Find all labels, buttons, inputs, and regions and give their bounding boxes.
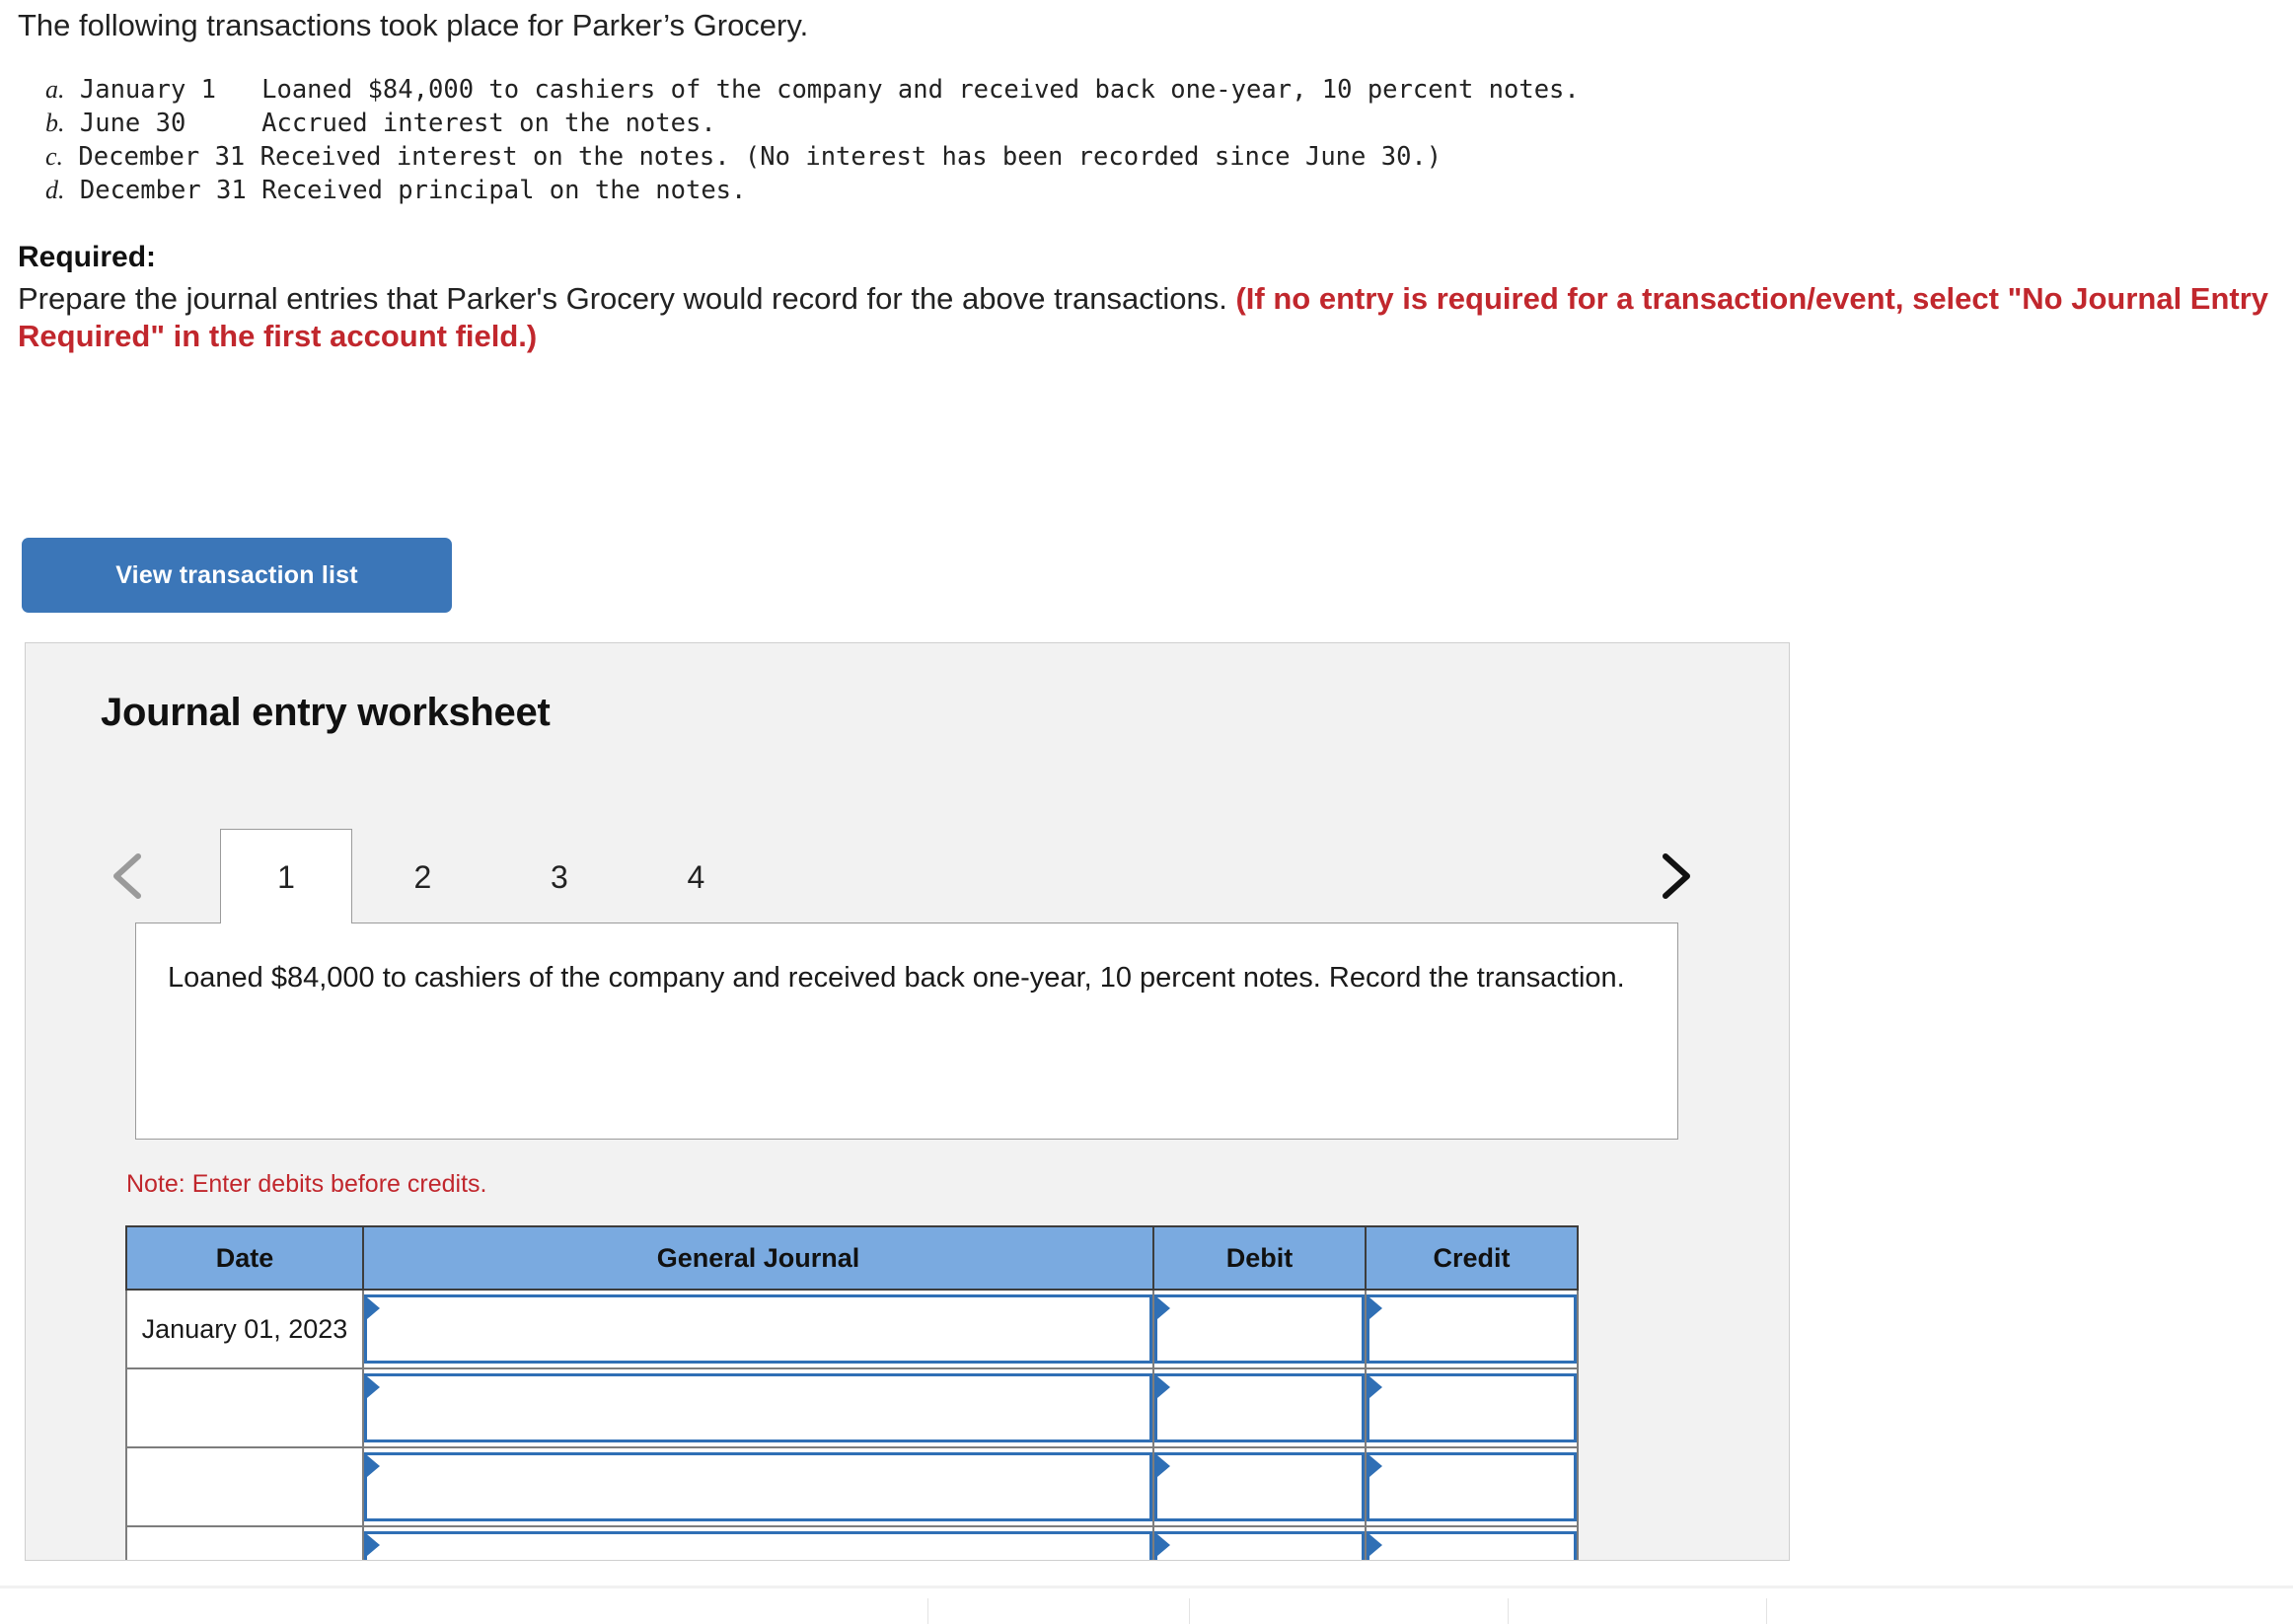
date-cell bbox=[125, 1446, 364, 1527]
debit-input[interactable] bbox=[1154, 1373, 1365, 1442]
credit-input[interactable] bbox=[1367, 1294, 1577, 1364]
chevron-right-icon[interactable] bbox=[1648, 849, 1699, 904]
account-select[interactable] bbox=[364, 1294, 1152, 1364]
transaction-description: Received principal on the notes. bbox=[261, 176, 747, 206]
column-header-general-journal: General Journal bbox=[362, 1225, 1154, 1291]
general-journal-cell[interactable] bbox=[362, 1289, 1154, 1369]
transaction-date: December 31 bbox=[78, 141, 246, 172]
transaction-item: a. January 1 Loaned $84,000 to cashiers … bbox=[45, 73, 2293, 107]
transaction-description-box: Loaned $84,000 to cashiers of the compan… bbox=[135, 923, 1678, 1140]
journal-entry-worksheet-panel: Journal entry worksheet 1 2 3 4 Loaned $… bbox=[25, 642, 1790, 1561]
column-header-date: Date bbox=[125, 1225, 364, 1291]
table-row: January 01, 2023 bbox=[125, 1289, 1579, 1369]
credit-input[interactable] bbox=[1367, 1452, 1577, 1521]
table-row bbox=[125, 1525, 1579, 1560]
credit-cell[interactable] bbox=[1365, 1525, 1579, 1560]
journal-entry-table: Date General Journal Debit Credit Januar… bbox=[125, 1225, 1579, 1560]
transaction-description-text: Loaned $84,000 to cashiers of the compan… bbox=[168, 962, 1625, 994]
credit-cell[interactable] bbox=[1365, 1367, 1579, 1448]
date-cell bbox=[125, 1367, 364, 1448]
debit-cell[interactable] bbox=[1152, 1289, 1367, 1369]
worksheet-tabstrip: 1 2 3 4 bbox=[26, 829, 1789, 923]
table-row bbox=[125, 1367, 1579, 1448]
transaction-date: January 1 bbox=[79, 74, 247, 105]
transaction-letter: a. bbox=[45, 74, 65, 104]
transaction-description: Accrued interest on the notes. bbox=[261, 108, 716, 138]
debit-input[interactable] bbox=[1154, 1452, 1365, 1521]
credit-cell[interactable] bbox=[1365, 1446, 1579, 1527]
required-body: Prepare the journal entries that Parker'… bbox=[0, 274, 2293, 355]
problem-statement-text: The following transactions took place fo… bbox=[18, 8, 809, 42]
account-select[interactable] bbox=[364, 1452, 1152, 1521]
transaction-letter: d. bbox=[45, 176, 65, 205]
bottom-strip-divider bbox=[1189, 1598, 1190, 1624]
transaction-item: d. December 31 Received principal on the… bbox=[45, 174, 2293, 207]
dropdown-marker-icon bbox=[1157, 1534, 1170, 1556]
view-transaction-list-button[interactable]: View transaction list bbox=[22, 538, 452, 613]
column-header-credit: Credit bbox=[1365, 1225, 1579, 1291]
credit-cell[interactable] bbox=[1365, 1289, 1579, 1369]
transaction-list: a. January 1 Loaned $84,000 to cashiers … bbox=[0, 73, 2293, 208]
table-header-row: Date General Journal Debit Credit bbox=[125, 1225, 1579, 1291]
transaction-description: Received interest on the notes. (No inte… bbox=[259, 141, 1442, 172]
dropdown-marker-icon bbox=[1157, 1376, 1170, 1398]
dropdown-marker-icon bbox=[1369, 1297, 1382, 1319]
transaction-letter: b. bbox=[45, 108, 65, 137]
chevron-left-icon[interactable] bbox=[105, 849, 156, 904]
debit-cell[interactable] bbox=[1152, 1525, 1367, 1560]
general-journal-cell[interactable] bbox=[362, 1446, 1154, 1527]
dropdown-marker-icon bbox=[367, 1455, 380, 1477]
worksheet-title: Journal entry worksheet bbox=[101, 691, 551, 734]
tab-2[interactable]: 2 bbox=[356, 829, 488, 923]
dropdown-marker-icon bbox=[367, 1534, 380, 1556]
transaction-date: June 30 bbox=[79, 108, 247, 138]
transaction-description: Loaned $84,000 to cashiers of the compan… bbox=[261, 74, 1580, 105]
column-header-debit: Debit bbox=[1152, 1225, 1367, 1291]
required-body-plain: Prepare the journal entries that Parker'… bbox=[18, 281, 1236, 317]
transaction-date: December 31 bbox=[79, 176, 247, 206]
dropdown-marker-icon bbox=[367, 1297, 380, 1319]
required-heading: Required: bbox=[18, 241, 157, 274]
worksheet-tabs: 1 2 3 4 bbox=[220, 829, 762, 923]
table-row bbox=[125, 1446, 1579, 1527]
account-select[interactable] bbox=[364, 1373, 1152, 1442]
page-bottom-strip bbox=[0, 1586, 2293, 1624]
date-cell: January 01, 2023 bbox=[125, 1289, 364, 1369]
transaction-item: c. December 31 Received interest on the … bbox=[45, 140, 2293, 174]
debit-cell[interactable] bbox=[1152, 1367, 1367, 1448]
bottom-strip-divider bbox=[927, 1598, 928, 1624]
general-journal-cell[interactable] bbox=[362, 1525, 1154, 1560]
problem-statement: The following transactions took place fo… bbox=[0, 0, 2293, 43]
tab-1[interactable]: 1 bbox=[220, 829, 352, 923]
transaction-item: b. June 30 Accrued interest on the notes… bbox=[45, 107, 2293, 140]
bottom-strip-divider bbox=[1508, 1598, 1509, 1624]
date-cell bbox=[125, 1525, 364, 1560]
dropdown-marker-icon bbox=[367, 1376, 380, 1398]
tab-4[interactable]: 4 bbox=[629, 829, 762, 923]
debit-cell[interactable] bbox=[1152, 1446, 1367, 1527]
credit-input[interactable] bbox=[1367, 1373, 1577, 1442]
account-select[interactable] bbox=[364, 1531, 1152, 1560]
bottom-strip-divider bbox=[1766, 1598, 1767, 1624]
dropdown-marker-icon bbox=[1369, 1455, 1382, 1477]
credit-input[interactable] bbox=[1367, 1531, 1577, 1560]
dropdown-marker-icon bbox=[1157, 1297, 1170, 1319]
transaction-letter: c. bbox=[45, 141, 64, 171]
debit-input[interactable] bbox=[1154, 1294, 1365, 1364]
general-journal-cell[interactable] bbox=[362, 1367, 1154, 1448]
debits-before-credits-note: Note: Enter debits before credits. bbox=[126, 1170, 487, 1198]
dropdown-marker-icon bbox=[1369, 1376, 1382, 1398]
debit-input[interactable] bbox=[1154, 1531, 1365, 1560]
dropdown-marker-icon bbox=[1157, 1455, 1170, 1477]
dropdown-marker-icon bbox=[1369, 1534, 1382, 1556]
tab-3[interactable]: 3 bbox=[493, 829, 626, 923]
